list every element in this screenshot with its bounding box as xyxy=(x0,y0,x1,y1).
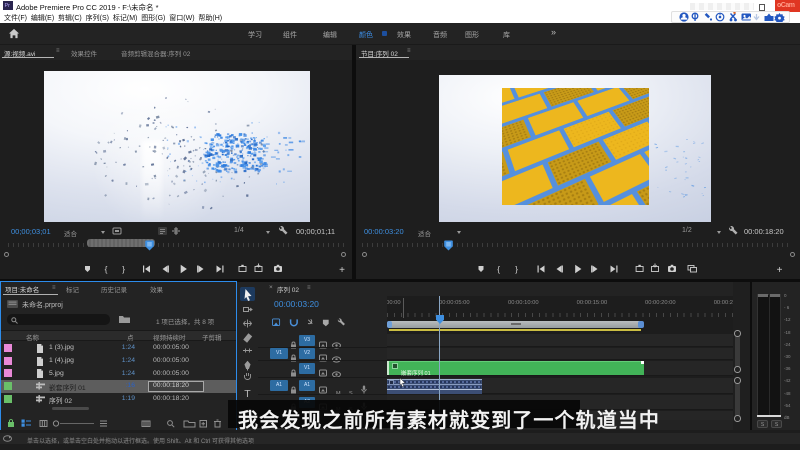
svg-text:T: T xyxy=(244,388,251,400)
svg-text:{: { xyxy=(497,264,500,274)
svg-text:}: } xyxy=(515,264,518,274)
svg-text:+: + xyxy=(339,265,345,276)
svg-text:{: { xyxy=(105,264,108,274)
svg-text:+: + xyxy=(777,265,783,276)
svg-text:}: } xyxy=(122,264,125,274)
